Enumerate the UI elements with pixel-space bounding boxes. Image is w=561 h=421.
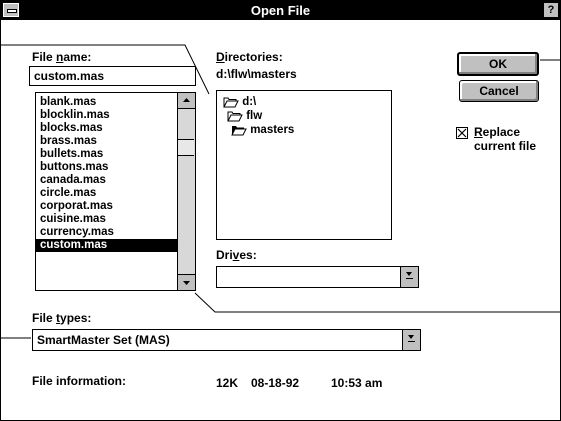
callout-lines <box>0 44 561 339</box>
callout-line-file-list <box>194 292 561 313</box>
callout-line-directories <box>0 44 210 95</box>
